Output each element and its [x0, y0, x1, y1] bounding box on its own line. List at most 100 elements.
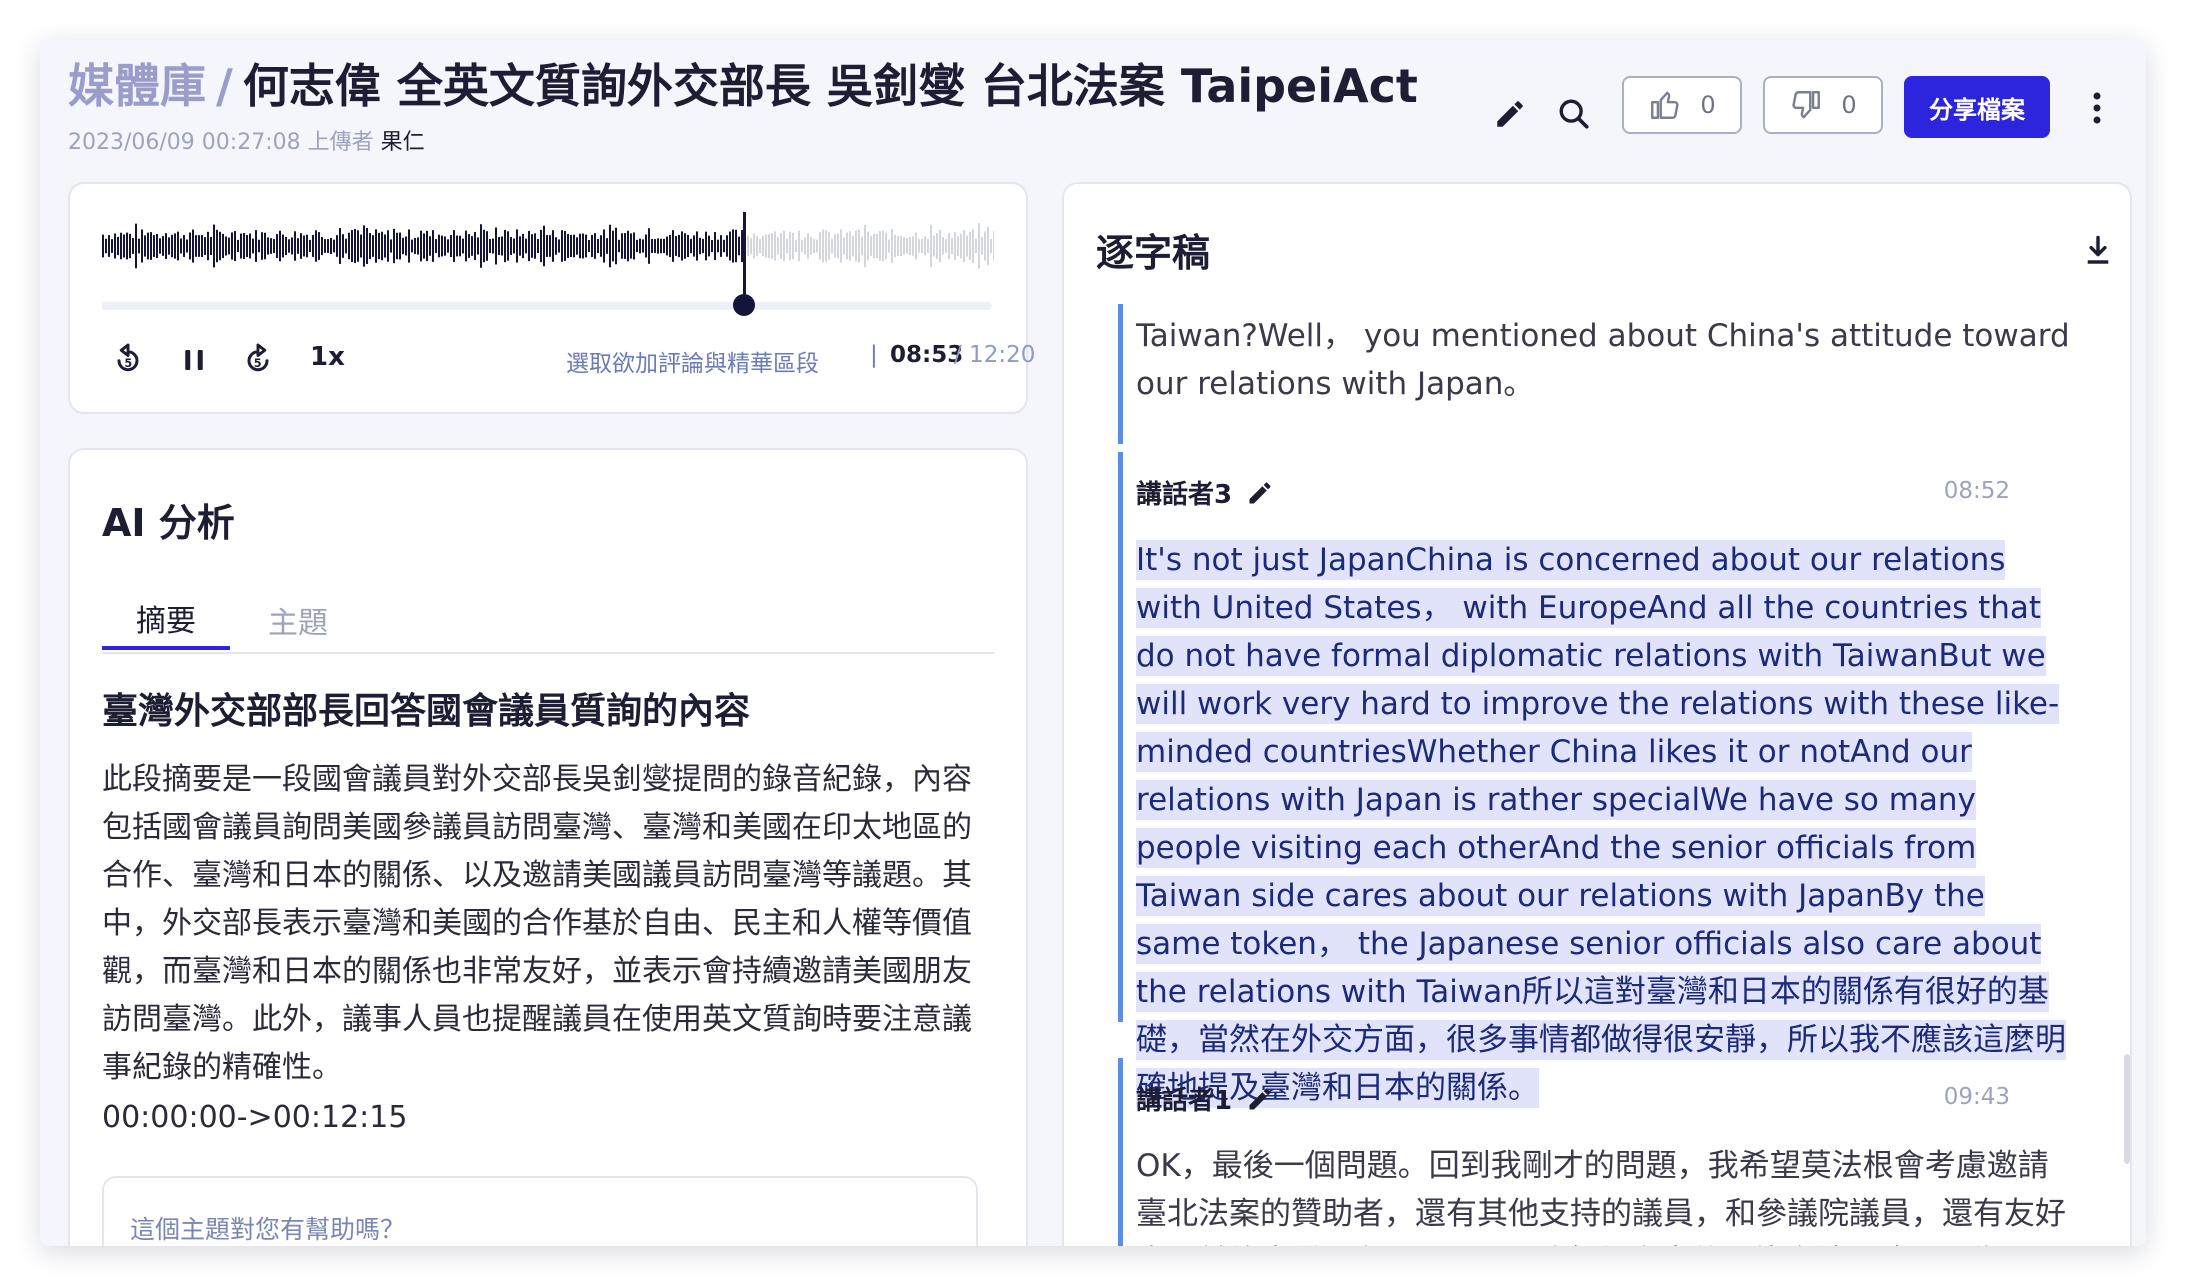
waveform-bar	[294, 231, 296, 261]
page-title-row: 媒體庫 / 何志偉 全英文質詢外交部長 吳釗燮 台北法案 TaipeiAct	[68, 56, 1418, 116]
more-options-button[interactable]	[2082, 86, 2112, 130]
waveform-bar	[975, 238, 977, 254]
waveform-bar	[570, 234, 572, 258]
waveform-bar	[273, 239, 275, 253]
waveform-bar	[249, 233, 251, 259]
breadcrumb-library-link[interactable]: 媒體庫	[68, 59, 206, 113]
waveform-bar	[990, 238, 992, 254]
waveform-bar	[594, 233, 596, 259]
uploader-name: 果仁	[380, 130, 425, 155]
waveform-bar	[591, 234, 593, 258]
waveform-bar	[129, 233, 131, 259]
speaker-label[interactable]: 講話者3	[1136, 474, 1274, 511]
waveform-bar	[105, 238, 107, 254]
waveform-bar	[873, 233, 875, 259]
waveform-bar	[114, 233, 116, 259]
playhead-handle[interactable]	[732, 294, 755, 316]
segment-timestamp[interactable]: 09:43	[1944, 1084, 2010, 1110]
progress-bar[interactable]	[102, 302, 992, 310]
waveform-bar	[504, 229, 506, 263]
pencil-icon[interactable]	[1246, 479, 1274, 507]
waveform-bar	[339, 228, 341, 264]
share-file-button[interactable]: 分享檔案	[1904, 76, 2050, 138]
waveform-bar	[168, 237, 170, 255]
segment-text[interactable]: OK，最後一個問題。回到我剛才的問題，我希望莫法根會考慮邀請臺北法案的贊助者，還…	[1136, 1142, 2071, 1246]
waveform-bar	[588, 239, 590, 253]
waveform-bar	[396, 232, 398, 260]
waveform-bar	[720, 235, 722, 257]
waveform-bar	[519, 236, 521, 256]
thumbs-up-icon	[1651, 91, 1679, 119]
waveform[interactable]	[102, 206, 994, 296]
waveform-bar	[717, 239, 719, 253]
search-button[interactable]	[1552, 92, 1596, 136]
segment-text[interactable]: Taiwan?Well， you mentioned about China's…	[1136, 312, 2071, 408]
waveform-bar	[618, 239, 620, 253]
waveform-bar	[840, 229, 842, 263]
waveform-bar	[807, 233, 809, 259]
waveform-bar	[330, 237, 332, 255]
waveform-bar	[366, 228, 368, 264]
forward-5-button[interactable]: 5	[238, 340, 278, 380]
waveform-bar	[654, 239, 656, 253]
waveform-bar	[276, 234, 278, 258]
waveform-bar	[843, 237, 845, 255]
waveform-bar	[993, 231, 994, 261]
edit-title-button[interactable]	[1488, 92, 1532, 136]
waveform-bar	[102, 234, 104, 258]
waveform-bar	[159, 238, 161, 254]
waveform-bar	[423, 233, 425, 259]
waveform-bar	[444, 236, 446, 256]
audio-player-panel: 5 5 1x 選取欲加評論與精華區段 | 08:53 / 12:20	[68, 182, 1035, 414]
waveform-bar	[306, 234, 308, 258]
waveform-bar	[756, 236, 758, 256]
highlighted-text: It's not just JapanChina is concerned ab…	[1136, 540, 2066, 1108]
waveform-bar	[147, 232, 149, 260]
waveform-bar	[753, 233, 755, 259]
waveform-bar	[918, 239, 920, 253]
waveform-bar	[417, 237, 419, 255]
waveform-bar	[927, 239, 929, 253]
pencil-icon[interactable]	[1246, 1085, 1274, 1113]
waveform-bar	[924, 236, 926, 256]
tab-topic[interactable]: 主題	[250, 590, 346, 650]
segment-bar	[1118, 1058, 1123, 1246]
waveform-bar	[984, 231, 986, 261]
transcript-scrollbar[interactable]	[2124, 1054, 2130, 1164]
segment-timestamp[interactable]: 08:52	[1944, 478, 2010, 504]
waveform-bar	[552, 230, 554, 262]
waveform-bar	[912, 236, 914, 256]
download-icon	[2087, 235, 2109, 264]
waveform-bar	[543, 225, 545, 267]
waveform-bar	[702, 238, 704, 254]
pause-button[interactable]	[174, 340, 214, 380]
download-transcript-button[interactable]	[2080, 230, 2116, 270]
dislike-button[interactable]: 0	[1763, 76, 1883, 134]
waveform-bar	[345, 238, 347, 254]
waveform-bar	[279, 230, 281, 262]
speaker-label[interactable]: 講話者1	[1136, 1080, 1274, 1117]
rewind-5-button[interactable]: 5	[108, 340, 148, 380]
waveform-bar	[318, 232, 320, 260]
playback-speed-button[interactable]: 1x	[310, 342, 345, 372]
waveform-bar	[177, 231, 179, 261]
waveform-bar	[348, 232, 350, 260]
waveform-bar	[810, 237, 812, 255]
waveform-bar	[528, 230, 530, 262]
waveform-bar	[693, 235, 695, 257]
waveform-bar	[360, 234, 362, 258]
waveform-bar	[960, 233, 962, 259]
waveform-bar	[402, 237, 404, 255]
waveform-bar	[786, 238, 788, 254]
waveform-bar	[180, 238, 182, 254]
tab-summary[interactable]: 摘要	[102, 590, 230, 650]
select-segment-link[interactable]: 選取欲加評論與精華區段	[566, 344, 819, 378]
segment-text[interactable]: It's not just JapanChina is concerned ab…	[1136, 536, 2071, 1112]
search-icon	[1559, 99, 1589, 129]
svg-text:5: 5	[254, 357, 262, 370]
waveform-bar	[342, 234, 344, 258]
waveform-bar	[153, 235, 155, 257]
waveform-bar	[312, 235, 314, 257]
like-button[interactable]: 0	[1622, 76, 1742, 134]
waveform-bar	[888, 239, 890, 253]
